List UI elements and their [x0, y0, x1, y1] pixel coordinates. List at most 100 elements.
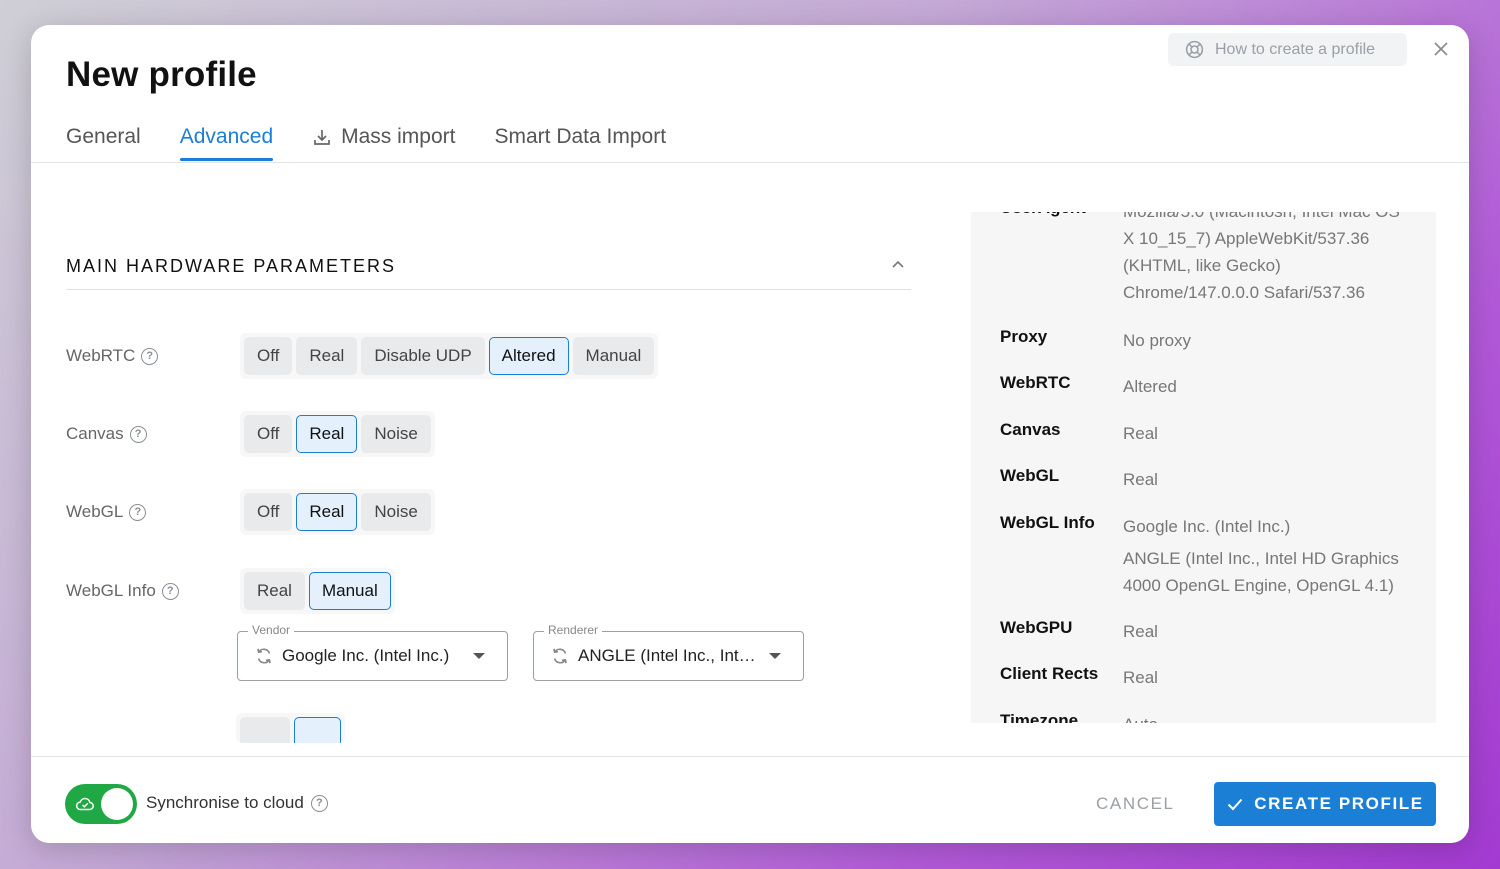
summary-row-timezone: Timezone Auto — [1000, 711, 1413, 723]
canvas-option-noise[interactable]: Noise — [361, 415, 431, 453]
create-profile-button[interactable]: CREATE PROFILE — [1214, 782, 1436, 826]
summary-key: Canvas — [1000, 420, 1061, 439]
summary-value: No proxy — [1123, 331, 1192, 350]
chevron-down-icon — [769, 653, 781, 659]
sync-cloud-toggle[interactable] — [65, 784, 137, 824]
param-label-webgl-info: WebGL Info ? — [66, 581, 240, 601]
summary-key: WebGL Info — [1000, 513, 1095, 532]
webgl-option-real[interactable]: Real — [296, 493, 358, 531]
summary-row-webrtc: WebRTC Altered — [1000, 373, 1413, 400]
download-icon — [314, 130, 330, 145]
close-button[interactable] — [1430, 38, 1452, 60]
lifebuoy-icon — [1185, 40, 1204, 59]
summary-value: ANGLE (Intel Inc., Intel HD Graphics 400… — [1123, 549, 1399, 595]
summary-value: Mozilla/5.0 (Macintosh; Intel Mac OS X 1… — [1123, 212, 1400, 302]
webrtc-option-real[interactable]: Real — [296, 337, 358, 375]
label-text: Canvas — [66, 424, 124, 443]
chevron-up-icon[interactable] — [890, 256, 906, 272]
webrtc-option-altered[interactable]: Altered — [488, 337, 569, 375]
profile-summary-panel[interactable]: UserAgent Mozilla/5.0 (Macintosh; Intel … — [971, 212, 1436, 723]
tab-label: Smart Data Import — [494, 125, 667, 148]
summary-key: Proxy — [1000, 327, 1048, 346]
help-icon[interactable]: ? — [310, 794, 328, 812]
summary-row-webgl-info: WebGL Info Google Inc. (Intel Inc.) ANGL… — [1000, 513, 1413, 599]
summary-key: WebGPU — [1000, 618, 1073, 637]
label-text: WebGL — [66, 502, 124, 521]
tab-label: Advanced — [179, 125, 274, 148]
help-icon[interactable]: ? — [129, 503, 147, 521]
sync-label-text: Synchronise to cloud — [146, 793, 304, 812]
tab-label: General — [66, 125, 141, 148]
vendor-select[interactable]: Vendor Google Inc. (Intel Inc.) — [237, 623, 508, 681]
summary-key: UserAgent — [1000, 212, 1123, 306]
refresh-icon[interactable] — [254, 646, 274, 666]
help-icon[interactable]: ? — [141, 347, 159, 365]
cancel-button[interactable]: CANCEL — [1096, 794, 1175, 814]
help-link-label: How to create a profile — [1215, 40, 1376, 58]
summary-key: Client Rects — [1000, 664, 1099, 683]
vendor-value: Google Inc. (Intel Inc.) — [282, 646, 450, 665]
param-label-webgl: WebGL ? — [66, 502, 240, 522]
canvas-option-real[interactable]: Real — [296, 415, 358, 453]
renderer-select[interactable]: Renderer ANGLE (Intel Inc., Inte... — [533, 623, 804, 681]
tab-general[interactable]: General — [66, 113, 141, 161]
summary-value-group: Google Inc. (Intel Inc.) ANGLE (Intel In… — [1123, 513, 1413, 599]
renderer-value: ANGLE (Intel Inc., Inte... — [578, 646, 758, 665]
help-icon[interactable]: ? — [129, 425, 147, 443]
canvas-option-off[interactable]: Off — [244, 415, 293, 453]
refresh-icon[interactable] — [550, 646, 570, 666]
help-icon[interactable]: ? — [161, 582, 179, 600]
summary-row-proxy: Proxy No proxy — [1000, 327, 1413, 354]
tab-label: Mass import — [341, 125, 456, 148]
label-text: WebGL Info — [66, 581, 156, 600]
toggle-knob — [101, 788, 133, 820]
sync-label: Synchronise to cloud ? — [146, 793, 328, 813]
summary-value: Real — [1123, 668, 1158, 687]
summary-key: WebRTC — [1000, 373, 1071, 392]
tab-smart-data-import[interactable]: Smart Data Import — [494, 113, 666, 161]
summary-row-useragent: UserAgent Mozilla/5.0 (Macintosh; Intel … — [1000, 212, 1413, 306]
webgl-info-segmented-control: Real Manual — [240, 568, 395, 614]
label-text: WebRTC — [66, 346, 136, 365]
summary-value: Real — [1123, 622, 1158, 641]
chevron-down-icon — [473, 653, 485, 659]
param-row-canvas: Canvas ? Off Real Noise — [66, 411, 435, 457]
summary-key: Timezone — [1000, 711, 1079, 723]
webgl-option-noise[interactable]: Noise — [361, 493, 431, 531]
param-row-webgl-info: WebGL Info ? Real Manual — [66, 568, 395, 614]
advanced-content[interactable]: MAIN HARDWARE PARAMETERS WebRTC ? Off Re… — [31, 163, 1469, 756]
section-header-main-hardware[interactable]: MAIN HARDWARE PARAMETERS — [66, 256, 911, 290]
close-icon — [1434, 42, 1448, 56]
webgl-option-off[interactable]: Off — [244, 493, 293, 531]
page-title: New profile — [66, 55, 257, 94]
summary-row-webgl: WebGL Real — [1000, 466, 1413, 493]
summary-value: Auto — [1123, 711, 1413, 723]
partially-visible-segmented-control — [236, 713, 345, 743]
param-row-webgl: WebGL ? Off Real Noise — [66, 489, 435, 535]
tab-mass-import[interactable]: Mass import — [312, 113, 455, 161]
segment-option[interactable] — [240, 717, 290, 743]
webgl-info-option-manual[interactable]: Manual — [308, 572, 391, 610]
segment-option-selected[interactable] — [294, 717, 341, 743]
summary-row-canvas: Canvas Real — [1000, 420, 1413, 447]
summary-key: WebGL — [1000, 466, 1060, 485]
how-to-create-profile-button[interactable]: How to create a profile — [1168, 33, 1407, 66]
create-profile-label: CREATE PROFILE — [1254, 794, 1424, 813]
tab-advanced[interactable]: Advanced — [179, 113, 274, 161]
vendor-legend: Vendor — [248, 623, 295, 637]
summary-value: Real — [1123, 424, 1158, 443]
webrtc-option-manual[interactable]: Manual — [572, 337, 655, 375]
webgl-info-option-real[interactable]: Real — [244, 572, 305, 610]
param-row-webrtc: WebRTC ? Off Real Disable UDP Altered Ma… — [66, 333, 659, 379]
summary-row-client-rects: Client Rects Real — [1000, 664, 1413, 691]
cloud-check-icon — [75, 797, 94, 811]
webgl-segmented-control: Off Real Noise — [240, 489, 435, 535]
section-title: MAIN HARDWARE PARAMETERS — [66, 256, 397, 276]
summary-row-webgpu: WebGPU Real — [1000, 618, 1413, 645]
webrtc-option-off[interactable]: Off — [244, 337, 293, 375]
summary-value: Real — [1123, 470, 1158, 489]
summary-value: Google Inc. (Intel Inc.) — [1123, 517, 1291, 536]
webrtc-option-disable-udp[interactable]: Disable UDP — [361, 337, 485, 375]
summary-value: Altered — [1123, 377, 1177, 396]
param-label-canvas: Canvas ? — [66, 424, 240, 444]
